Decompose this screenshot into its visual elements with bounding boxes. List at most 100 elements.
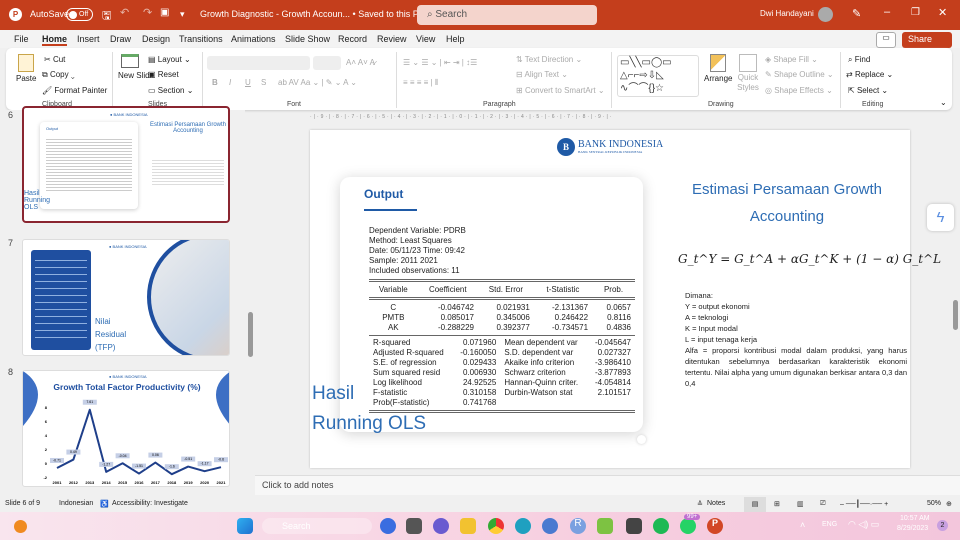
spotify-icon[interactable] xyxy=(653,518,669,534)
file-explorer-icon[interactable] xyxy=(460,518,476,534)
windows-start-icon[interactable] xyxy=(237,518,253,534)
task-view-icon[interactable] xyxy=(406,518,422,534)
weather-icon[interactable] xyxy=(14,520,27,533)
clock-time[interactable]: 10:57 AM xyxy=(900,515,930,522)
reading-view-icon[interactable]: ▥ xyxy=(797,500,804,508)
tray-chevron-icon[interactable]: ˄ xyxy=(800,520,805,530)
app-icon[interactable] xyxy=(542,518,558,534)
slide-counter: Slide 6 of 9 xyxy=(5,500,41,507)
wifi-volume-battery-icons[interactable]: ◠ ◁) ▭ xyxy=(848,519,879,530)
section-button[interactable]: ▭ Section ⌄ xyxy=(148,86,193,95)
slide-thumbnail-7[interactable]: ● BANK INDONESIA Nilai Residual (TFP) xyxy=(22,239,230,356)
font-more-icons[interactable]: ab AV Aa ⌄ | ✎ ⌄ A ⌄ xyxy=(278,78,357,87)
tab-file[interactable]: File xyxy=(14,34,29,44)
share-button[interactable]: Share xyxy=(902,32,952,48)
taskbar-search[interactable]: Search xyxy=(262,518,372,534)
redo-icon[interactable]: ↷ xyxy=(143,6,152,19)
strikethrough-button[interactable]: S xyxy=(261,78,266,87)
undo-icon[interactable]: ↶ xyxy=(120,6,129,19)
close-button[interactable]: ✕ xyxy=(938,6,947,19)
shape-effects-button[interactable]: ◎ Shape Effects ⌄ xyxy=(765,86,833,95)
new-slide-button[interactable]: New Slide xyxy=(118,54,154,80)
slide-canvas[interactable]: B BANK INDONESIA BANK SENTRAL REPUBLIK I… xyxy=(310,130,941,468)
shapes-gallery[interactable]: ▭╲╲▭◯▭ △⌐⌐⇨⇩◺ ∿⌒⌒{}☆ xyxy=(617,55,699,97)
slide-thumbnail-8[interactable]: ● BANK INDONESIA 8 6 4 2 0 -2 2001 -0.71 2012 0.4… xyxy=(22,370,230,487)
tab-design[interactable]: Design xyxy=(142,34,170,44)
notes-pane[interactable]: Click to add notes xyxy=(255,475,960,495)
underline-button[interactable]: U xyxy=(245,78,251,87)
tab-help[interactable]: Help xyxy=(446,34,465,44)
quick-styles-button[interactable]: Quick Styles xyxy=(736,54,760,93)
tab-slide-show[interactable]: Slide Show xyxy=(285,34,330,44)
edge-icon[interactable] xyxy=(515,518,531,534)
search-input[interactable]: ⌕ Search xyxy=(417,5,597,25)
arrange-button[interactable]: Arrange xyxy=(704,54,732,83)
save-icon[interactable]: 🖫 xyxy=(102,7,111,26)
autosave-toggle[interactable]: Off xyxy=(66,8,93,21)
comments-button[interactable]: ▭ xyxy=(876,32,896,48)
accessibility-status[interactable]: Accessibility: Investigate xyxy=(112,500,188,507)
tab-review[interactable]: Review xyxy=(377,34,407,44)
fit-slide-icon[interactable]: ⊕ xyxy=(946,500,952,508)
find-button[interactable]: ⌕ Find xyxy=(848,55,870,65)
replace-button[interactable]: ⇄ Replace ⌄ xyxy=(846,70,893,79)
cut-button[interactable]: ✂ Cut xyxy=(44,55,65,64)
slide-sorter-icon[interactable]: ⊞ xyxy=(774,500,780,508)
notification-badge[interactable]: 2 xyxy=(937,520,948,531)
r-icon[interactable]: R xyxy=(570,518,586,534)
convert-smartart-button[interactable]: ⊞ Convert to SmartArt ⌄ xyxy=(516,86,605,95)
collapse-ribbon-icon[interactable]: ⌄ xyxy=(940,98,947,107)
minimize-button[interactable]: – xyxy=(884,6,890,18)
grow-font-icon[interactable]: A˄ A˅ A̷ xyxy=(346,58,375,67)
whatsapp-icon[interactable] xyxy=(680,518,696,534)
chrome-icon[interactable] xyxy=(488,518,504,534)
reset-button[interactable]: ▣ Reset xyxy=(148,70,179,79)
shape-outline-button[interactable]: ✎ Shape Outline ⌄ xyxy=(765,70,834,79)
slide-thumbnail-6[interactable]: ● BANK INDONESIA Output Estimasi Persama… xyxy=(22,106,230,223)
chart-app-icon[interactable] xyxy=(597,518,613,534)
select-button[interactable]: ⇱ Select ⌄ xyxy=(848,86,888,95)
font-name-select[interactable] xyxy=(207,56,310,70)
language-tray[interactable]: ENG xyxy=(822,521,837,528)
customize-qat-icon[interactable]: ▾ xyxy=(180,9,185,20)
tab-animations[interactable]: Animations xyxy=(231,34,276,44)
zoom-level[interactable]: 50% xyxy=(927,500,941,507)
pen-icon[interactable]: ✎ xyxy=(852,7,861,20)
calculator-icon[interactable] xyxy=(626,518,642,534)
copy-button[interactable]: ⧉ Copy ⌄ xyxy=(42,70,75,80)
tab-draw[interactable]: Draw xyxy=(110,34,131,44)
align-buttons[interactable]: ≡ ≡ ≡ ≡ | ⫴ xyxy=(403,78,438,88)
tab-home[interactable]: Home xyxy=(42,34,68,46)
bing-icon[interactable] xyxy=(380,518,396,534)
shape-fill-button[interactable]: ◈ Shape Fill ⌄ xyxy=(765,55,818,64)
tab-view[interactable]: View xyxy=(416,34,435,44)
clock-date[interactable]: 8/29/2023 xyxy=(897,525,928,532)
normal-view-icon[interactable]: ▤ xyxy=(744,497,766,512)
present-icon[interactable]: ▣ xyxy=(160,7,169,18)
slide-scrollbar[interactable] xyxy=(953,300,958,330)
slideshow-icon[interactable]: ⎚ xyxy=(820,500,826,508)
avatar[interactable] xyxy=(818,7,833,22)
list-buttons[interactable]: ☰ ⌄ ☰ ⌄ | ⇤ ⇥ | ↕☰ xyxy=(403,58,477,67)
teams-icon[interactable] xyxy=(433,518,449,534)
italic-button[interactable]: I xyxy=(229,78,231,87)
user-name[interactable]: Dwi Handayani xyxy=(760,9,814,18)
zoom-slider[interactable]: – ──┃──·── + xyxy=(840,500,888,508)
layout-button[interactable]: ▤ Layout ⌄ xyxy=(148,55,191,64)
align-text-button[interactable]: ⊟ Align Text ⌄ xyxy=(516,70,568,79)
font-size-select[interactable] xyxy=(313,56,341,70)
bold-button[interactable]: B xyxy=(212,78,218,87)
text-direction-button[interactable]: ⇅ Text Direction ⌄ xyxy=(516,55,582,64)
thumbnail-scrollbar[interactable] xyxy=(247,112,255,497)
document-title[interactable]: Growth Diagnostic - Growth Accoun... • S… xyxy=(200,9,435,20)
language-indicator[interactable]: Indonesian xyxy=(59,500,93,507)
format-painter-button[interactable]: 🖌 Format Painter xyxy=(42,86,107,95)
tab-transitions[interactable]: Transitions xyxy=(179,34,223,44)
tab-record[interactable]: Record xyxy=(338,34,367,44)
copilot-button[interactable]: ϟ xyxy=(927,204,954,231)
tab-insert[interactable]: Insert xyxy=(77,34,100,44)
powerpoint-taskbar-icon[interactable]: P xyxy=(707,518,723,534)
restore-button[interactable]: ❐ xyxy=(911,7,920,18)
notes-button[interactable]: Notes xyxy=(707,500,725,507)
paste-button[interactable]: Paste xyxy=(16,54,36,83)
